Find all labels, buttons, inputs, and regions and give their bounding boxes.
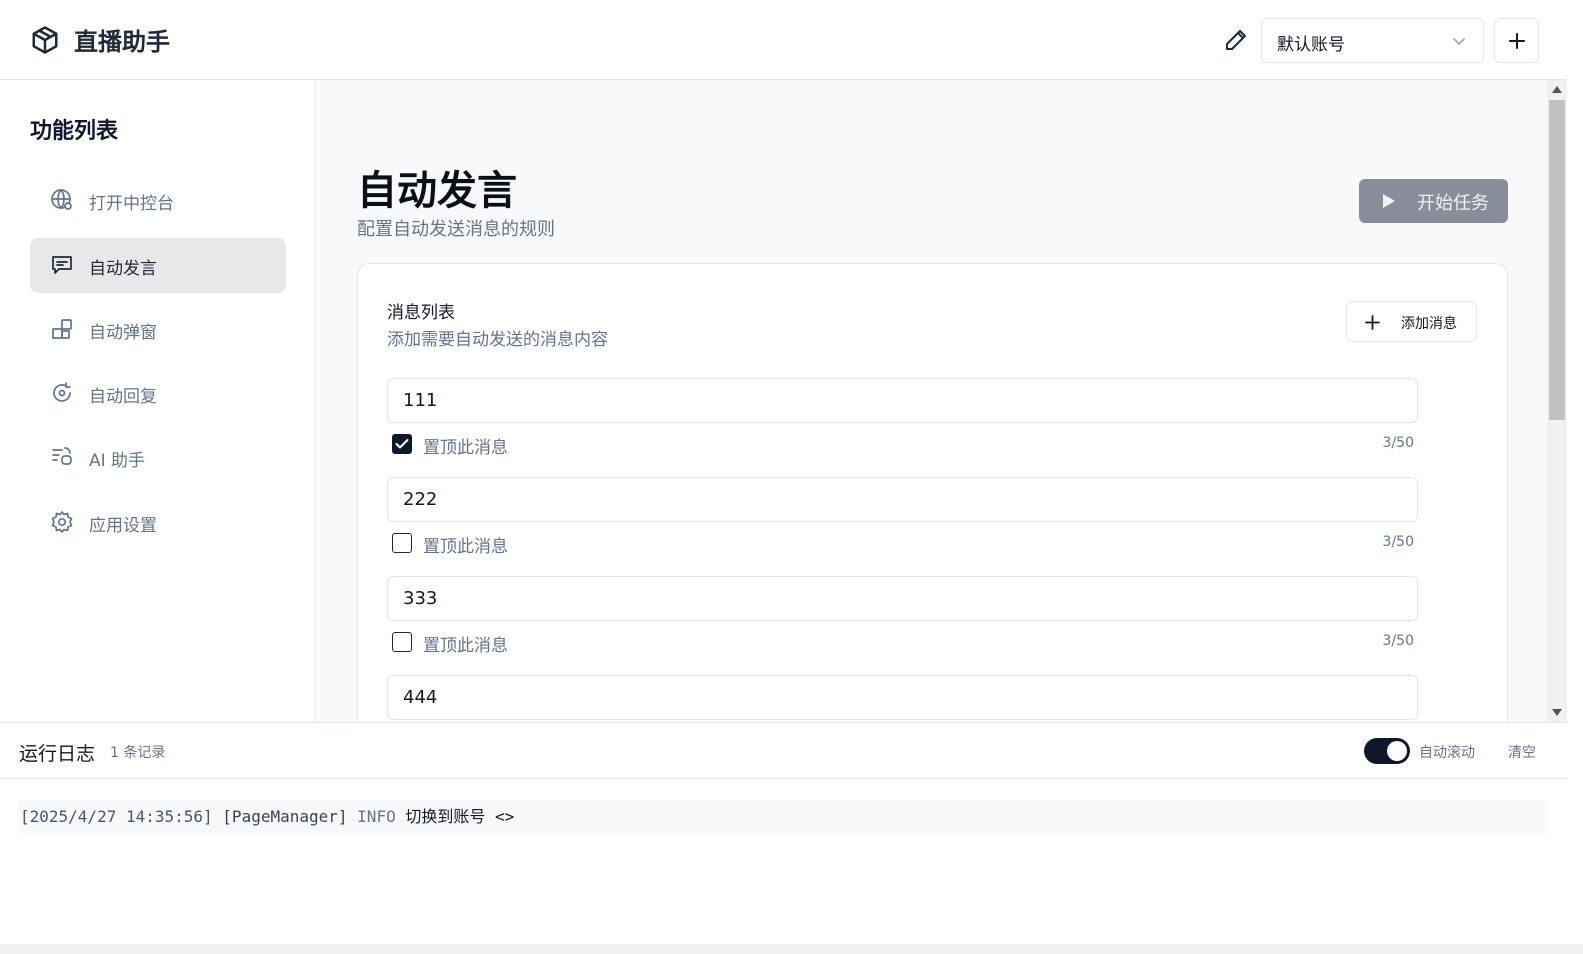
pin-checkbox[interactable] bbox=[392, 434, 412, 454]
page-subtitle: 配置自动发送消息的规则 bbox=[357, 219, 555, 240]
auto-scroll-toggle[interactable] bbox=[1364, 738, 1410, 764]
log-title: 运行日志 bbox=[19, 743, 96, 765]
card-description: 添加需要自动发送的消息内容 bbox=[387, 330, 608, 350]
sidebar-item-console[interactable]: 打开中控台 bbox=[30, 173, 286, 228]
pin-label: 置顶此消息 bbox=[423, 537, 508, 557]
message-input[interactable] bbox=[387, 477, 1418, 522]
log-level: INFO bbox=[357, 807, 396, 826]
gear-icon bbox=[51, 511, 73, 533]
scroll-down-arrow-icon[interactable] bbox=[1552, 709, 1562, 716]
pencil-edit-icon[interactable] bbox=[1224, 28, 1248, 52]
window-bottom-edge bbox=[0, 944, 1583, 954]
sidebar-item-auto-message[interactable]: 自动发言 bbox=[30, 238, 286, 293]
message-list-card: 消息列表 添加需要自动发送的消息内容 添加消息 置顶此消息 3/50 置顶此消息… bbox=[357, 263, 1508, 722]
auto-scroll-label: 自动滚动 bbox=[1419, 745, 1475, 761]
pin-label: 置顶此消息 bbox=[423, 438, 508, 458]
package-icon bbox=[52, 319, 72, 339]
ai-chat-icon bbox=[52, 447, 72, 465]
pin-checkbox[interactable] bbox=[392, 533, 412, 553]
scrollbar-thumb[interactable] bbox=[1549, 100, 1565, 420]
log-panel: 运行日志 1 条记录 自动滚动 清空 [2025/4/27 14:35:56] … bbox=[0, 722, 1567, 944]
card-title: 消息列表 bbox=[387, 303, 455, 323]
sidebar-item-ai-assistant[interactable]: AI 助手 bbox=[30, 430, 286, 485]
message-input[interactable] bbox=[387, 378, 1418, 423]
char-counter: 3/50 bbox=[1382, 534, 1414, 550]
sidebar-item-label: 自动回复 bbox=[89, 387, 157, 407]
account-select-value: 默认账号 bbox=[1277, 35, 1345, 55]
sidebar-item-label: AI 助手 bbox=[89, 451, 146, 471]
log-count: 1 条记录 bbox=[110, 745, 166, 761]
toggle-knob bbox=[1387, 741, 1407, 761]
message-input[interactable] bbox=[387, 675, 1418, 720]
scroll-up-arrow-icon[interactable] bbox=[1552, 86, 1562, 93]
globe-icon bbox=[51, 189, 72, 210]
pin-row: 置顶此消息 3/50 bbox=[392, 631, 1414, 656]
log-module: [PageManager] bbox=[222, 807, 348, 826]
app-title: 直播助手 bbox=[74, 28, 170, 56]
add-account-button[interactable] bbox=[1494, 18, 1539, 63]
log-timestamp: [2025/4/27 14:35:56] bbox=[20, 807, 213, 826]
sidebar-title: 功能列表 bbox=[30, 119, 119, 144]
play-icon bbox=[1383, 194, 1395, 208]
sidebar-item-label: 打开中控台 bbox=[89, 194, 174, 214]
log-message: 切换到账号 <> bbox=[405, 807, 515, 826]
pin-label: 置顶此消息 bbox=[423, 636, 508, 656]
main-scrollbar[interactable] bbox=[1547, 80, 1567, 722]
start-task-button[interactable]: 开始任务 bbox=[1359, 179, 1508, 223]
main-content: 自动发言 配置自动发送消息的规则 开始任务 消息列表 添加需要自动发送的消息内容… bbox=[317, 80, 1547, 722]
plus-icon bbox=[1509, 33, 1525, 49]
char-counter: 3/50 bbox=[1382, 435, 1414, 451]
plus-icon bbox=[1365, 315, 1380, 330]
message-input[interactable] bbox=[387, 576, 1418, 621]
pin-row: 置顶此消息 3/50 bbox=[392, 433, 1414, 458]
sidebar-item-settings[interactable]: 应用设置 bbox=[30, 495, 286, 550]
sidebar: 功能列表 打开中控台 自动发言 自动弹窗 自动回复 AI 助手 应用设置 bbox=[0, 80, 316, 722]
sidebar-item-auto-popup[interactable]: 自动弹窗 bbox=[30, 302, 286, 357]
account-select[interactable]: 默认账号 bbox=[1261, 18, 1484, 63]
page-title: 自动发言 bbox=[357, 168, 517, 214]
package-logo-icon bbox=[32, 26, 58, 54]
pin-checkbox[interactable] bbox=[392, 632, 412, 652]
message-square-icon bbox=[52, 256, 72, 274]
clear-log-button[interactable]: 清空 bbox=[1508, 742, 1536, 762]
log-header: 运行日志 1 条记录 自动滚动 清空 bbox=[0, 723, 1567, 779]
chevron-down-icon bbox=[1453, 38, 1465, 46]
check-icon bbox=[395, 439, 409, 449]
log-entry: [2025/4/27 14:35:56] [PageManager] INFO … bbox=[18, 800, 1548, 833]
sidebar-item-label: 应用设置 bbox=[89, 516, 157, 536]
pin-row: 置顶此消息 3/50 bbox=[392, 532, 1414, 557]
refresh-icon bbox=[53, 382, 71, 402]
sidebar-item-label: 自动弹窗 bbox=[89, 323, 157, 343]
add-message-label: 添加消息 bbox=[1401, 316, 1457, 332]
char-counter: 3/50 bbox=[1382, 633, 1414, 649]
start-task-label: 开始任务 bbox=[1417, 193, 1489, 214]
sidebar-item-auto-reply[interactable]: 自动回复 bbox=[30, 366, 286, 421]
sidebar-item-label: 自动发言 bbox=[89, 259, 157, 279]
add-message-button[interactable]: 添加消息 bbox=[1346, 301, 1477, 342]
app-header: 直播助手 默认账号 bbox=[0, 0, 1567, 80]
